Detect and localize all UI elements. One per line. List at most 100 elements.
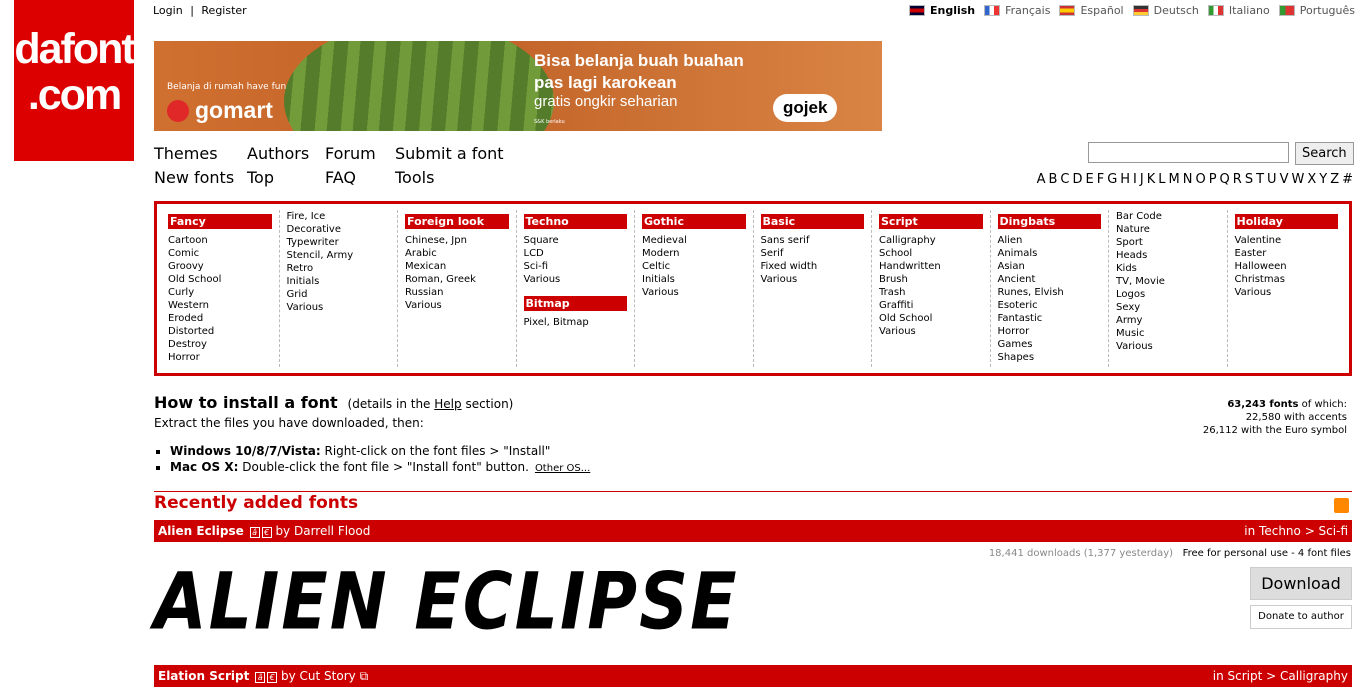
lang-german[interactable]: Deutsch	[1132, 4, 1199, 17]
category-link[interactable]: Valentine	[1235, 234, 1339, 247]
alpha-letter[interactable]: E	[1085, 172, 1093, 187]
font-author-link[interactable]: by Cut Story	[281, 669, 356, 683]
donate-button[interactable]: Donate to author	[1250, 605, 1352, 629]
category-link[interactable]: Various	[405, 299, 509, 312]
category-link[interactable]: Pixel, Bitmap	[524, 316, 628, 329]
cat-header-script[interactable]: Script	[879, 214, 983, 229]
category-link[interactable]: Initials	[642, 273, 746, 286]
category-link[interactable]: Handwritten	[879, 260, 983, 273]
register-link[interactable]: Register	[201, 4, 246, 17]
external-link-icon[interactable]: ⧉	[360, 669, 369, 683]
lang-italian[interactable]: Italiano	[1207, 4, 1270, 17]
category-link[interactable]: Grid	[287, 288, 391, 301]
category-link[interactable]: Medieval	[642, 234, 746, 247]
category-link[interactable]: Celtic	[642, 260, 746, 273]
category-link[interactable]: Roman, Greek	[405, 273, 509, 286]
category-link[interactable]: Bar Code	[1116, 210, 1220, 223]
category-link[interactable]: Fantastic	[998, 312, 1102, 325]
alpha-letter[interactable]: R	[1233, 172, 1242, 187]
category-link[interactable]: Cartoon	[168, 234, 272, 247]
category-link[interactable]: Retro	[287, 262, 391, 275]
cat-header-dingbats[interactable]: Dingbats	[997, 214, 1101, 229]
nav-authors[interactable]: Authors	[247, 144, 309, 163]
cat-header-fancy[interactable]: Fancy	[168, 214, 272, 229]
category-link[interactable]: Various	[524, 273, 628, 286]
category-link[interactable]: Sans serif	[761, 234, 865, 247]
alpha-letter[interactable]: L	[1158, 172, 1165, 187]
category-link[interactable]: Eroded	[168, 312, 272, 325]
alpha-letter[interactable]: U	[1267, 172, 1277, 187]
font-author-link[interactable]: by Darrell Flood	[275, 524, 370, 538]
alpha-letter[interactable]: Z	[1330, 172, 1339, 187]
category-link[interactable]: Western	[168, 299, 272, 312]
ad-banner[interactable]: Belanja di rumah have fun gomart Bisa be…	[154, 41, 882, 131]
category-link[interactable]: Heads	[1116, 249, 1220, 262]
alpha-letter[interactable]: T	[1256, 172, 1264, 187]
font-name-link[interactable]: Alien Eclipse	[158, 524, 244, 538]
category-link[interactable]: Distorted	[168, 325, 272, 338]
category-link[interactable]: Army	[1116, 314, 1220, 327]
category-link[interactable]: Serif	[761, 247, 865, 260]
alpha-letter[interactable]: Q	[1220, 172, 1230, 187]
category-link[interactable]: Various	[1116, 340, 1220, 353]
category-link[interactable]: Various	[1235, 286, 1339, 299]
category-link[interactable]: Christmas	[1235, 273, 1339, 286]
rss-icon[interactable]	[1334, 498, 1349, 513]
category-link[interactable]: Horror	[168, 351, 272, 364]
category-link[interactable]: Groovy	[168, 260, 272, 273]
category-link[interactable]: Horror	[998, 325, 1102, 338]
cat-header-basic[interactable]: Basic	[760, 214, 864, 229]
category-link[interactable]: Square	[524, 234, 628, 247]
category-link[interactable]: Calligraphy	[879, 234, 983, 247]
alpha-letter[interactable]: Y	[1319, 172, 1327, 187]
alpha-letter[interactable]: W	[1291, 172, 1304, 187]
category-link[interactable]: Ancient	[998, 273, 1102, 286]
nav-faq[interactable]: FAQ	[325, 168, 356, 187]
category-link[interactable]: LCD	[524, 247, 628, 260]
login-link[interactable]: Login	[153, 4, 183, 17]
alpha-letter[interactable]: #	[1342, 172, 1353, 187]
category-link[interactable]: Nature	[1116, 223, 1220, 236]
category-link[interactable]: Logos	[1116, 288, 1220, 301]
category-link[interactable]: Fixed width	[761, 260, 865, 273]
category-link[interactable]: Various	[761, 273, 865, 286]
category-link[interactable]: Comic	[168, 247, 272, 260]
download-button[interactable]: Download	[1250, 567, 1352, 600]
category-link[interactable]: Games	[998, 338, 1102, 351]
category-link[interactable]: Old School	[879, 312, 983, 325]
nav-submit[interactable]: Submit a font	[395, 144, 504, 163]
search-input[interactable]	[1088, 142, 1289, 163]
cat-header-bitmap[interactable]: Bitmap	[523, 296, 627, 311]
alpha-letter[interactable]: V	[1280, 172, 1289, 187]
nav-newfonts[interactable]: New fonts	[154, 168, 234, 187]
alpha-letter[interactable]: P	[1209, 172, 1217, 187]
alpha-letter[interactable]: B	[1048, 172, 1057, 187]
cat-header-gothic[interactable]: Gothic	[642, 214, 746, 229]
alpha-letter[interactable]: N	[1183, 172, 1193, 187]
category-link[interactable]: Sexy	[1116, 301, 1220, 314]
category-link[interactable]: Animals	[998, 247, 1102, 260]
nav-tools[interactable]: Tools	[395, 168, 434, 187]
category-link[interactable]: Stencil, Army	[287, 249, 391, 262]
alpha-letter[interactable]: F	[1097, 172, 1104, 187]
lang-portuguese[interactable]: Português	[1278, 4, 1355, 17]
alpha-letter[interactable]: G	[1107, 172, 1117, 187]
alpha-letter[interactable]: K	[1147, 172, 1156, 187]
category-link[interactable]: Fire, Ice	[287, 210, 391, 223]
dafont-logo[interactable]: dafont .com	[14, 0, 136, 161]
category-link[interactable]: Curly	[168, 286, 272, 299]
category-link[interactable]: Various	[287, 301, 391, 314]
category-link[interactable]: Initials	[287, 275, 391, 288]
category-link[interactable]: Music	[1116, 327, 1220, 340]
alpha-letter[interactable]: O	[1195, 172, 1205, 187]
lang-french[interactable]: Français	[984, 4, 1050, 17]
alpha-letter[interactable]: C	[1060, 172, 1069, 187]
lang-english[interactable]: English	[908, 4, 975, 17]
alpha-letter[interactable]: D	[1072, 172, 1082, 187]
lang-spanish[interactable]: Español	[1059, 4, 1124, 17]
category-link[interactable]: Typewriter	[287, 236, 391, 249]
alpha-letter[interactable]: M	[1169, 172, 1180, 187]
font-preview[interactable]: ALIEN ECLIPSE	[154, 557, 739, 648]
category-link[interactable]: Decorative	[287, 223, 391, 236]
category-link[interactable]: TV, Movie	[1116, 275, 1220, 288]
